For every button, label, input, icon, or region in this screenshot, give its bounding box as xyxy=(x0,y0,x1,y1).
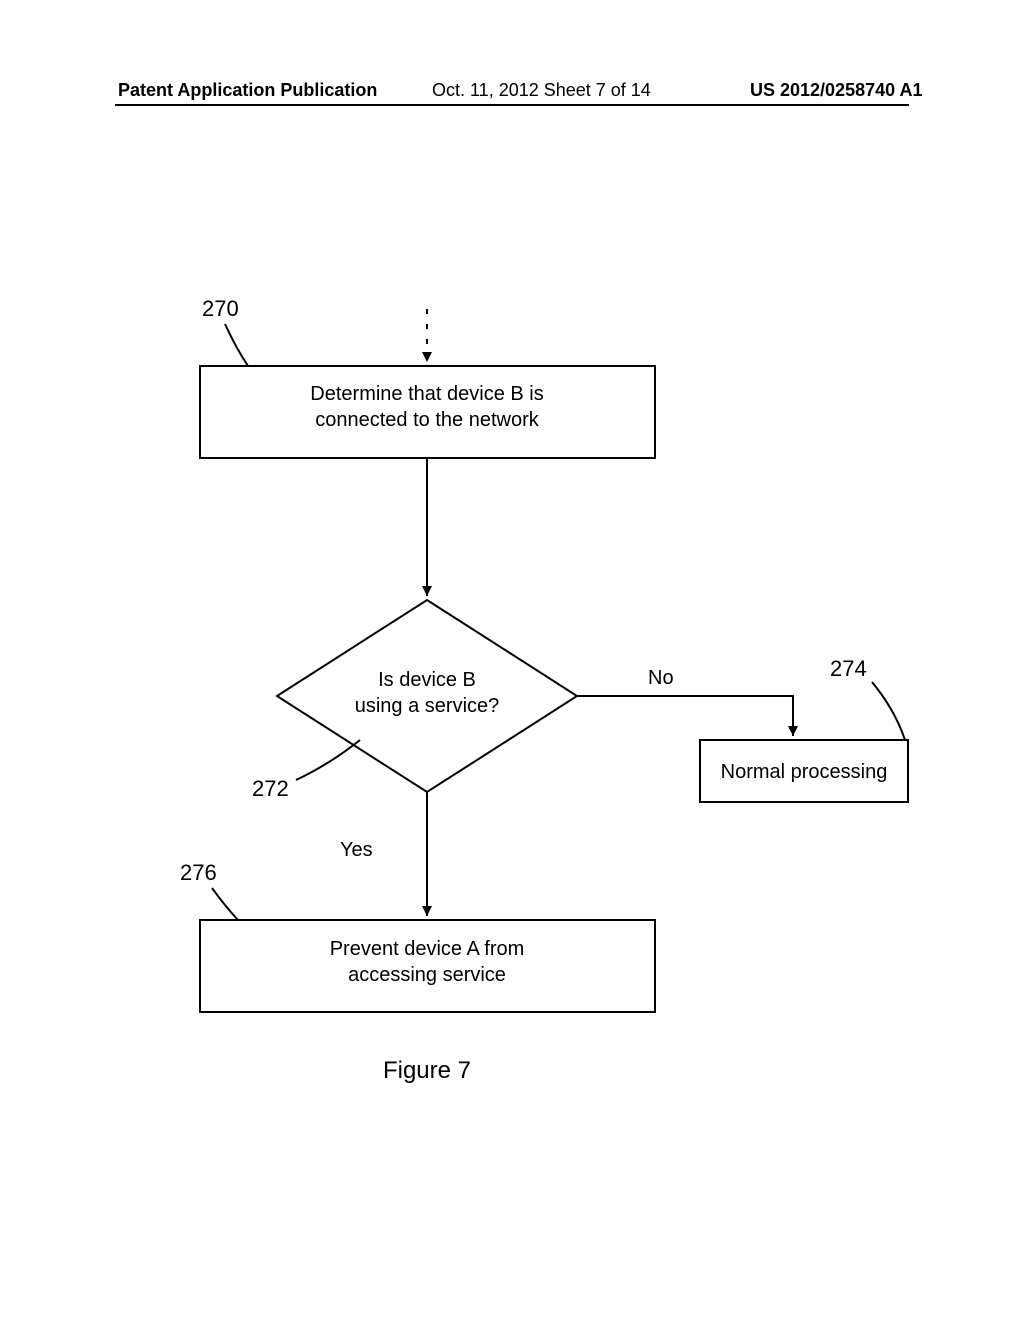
label-no: No xyxy=(648,667,674,689)
page: Patent Application Publication Oct. 11, … xyxy=(0,0,1024,1320)
ref-274: 274 xyxy=(830,656,867,681)
box-276-line2: accessing service xyxy=(348,964,506,986)
decision-line1: Is device B xyxy=(378,669,476,691)
leader-276 xyxy=(212,888,238,920)
ref-270: 270 xyxy=(202,296,239,321)
leader-270 xyxy=(225,324,248,366)
ref-276: 276 xyxy=(180,860,217,885)
decision-line2: using a service? xyxy=(355,695,500,717)
box-270-line2: connected to the network xyxy=(315,409,539,431)
box-274-text: Normal processing xyxy=(721,761,888,783)
ref-272: 272 xyxy=(252,776,289,801)
leader-272 xyxy=(296,740,360,780)
flowchart: Determine that device B is connected to … xyxy=(0,0,1024,1320)
box-270-line1: Determine that device B is xyxy=(310,383,543,405)
arrow-no xyxy=(577,696,793,736)
box-276-line1: Prevent device A from xyxy=(330,938,525,960)
leader-274 xyxy=(872,682,905,740)
label-yes: Yes xyxy=(340,839,373,861)
figure-caption: Figure 7 xyxy=(383,1057,471,1084)
